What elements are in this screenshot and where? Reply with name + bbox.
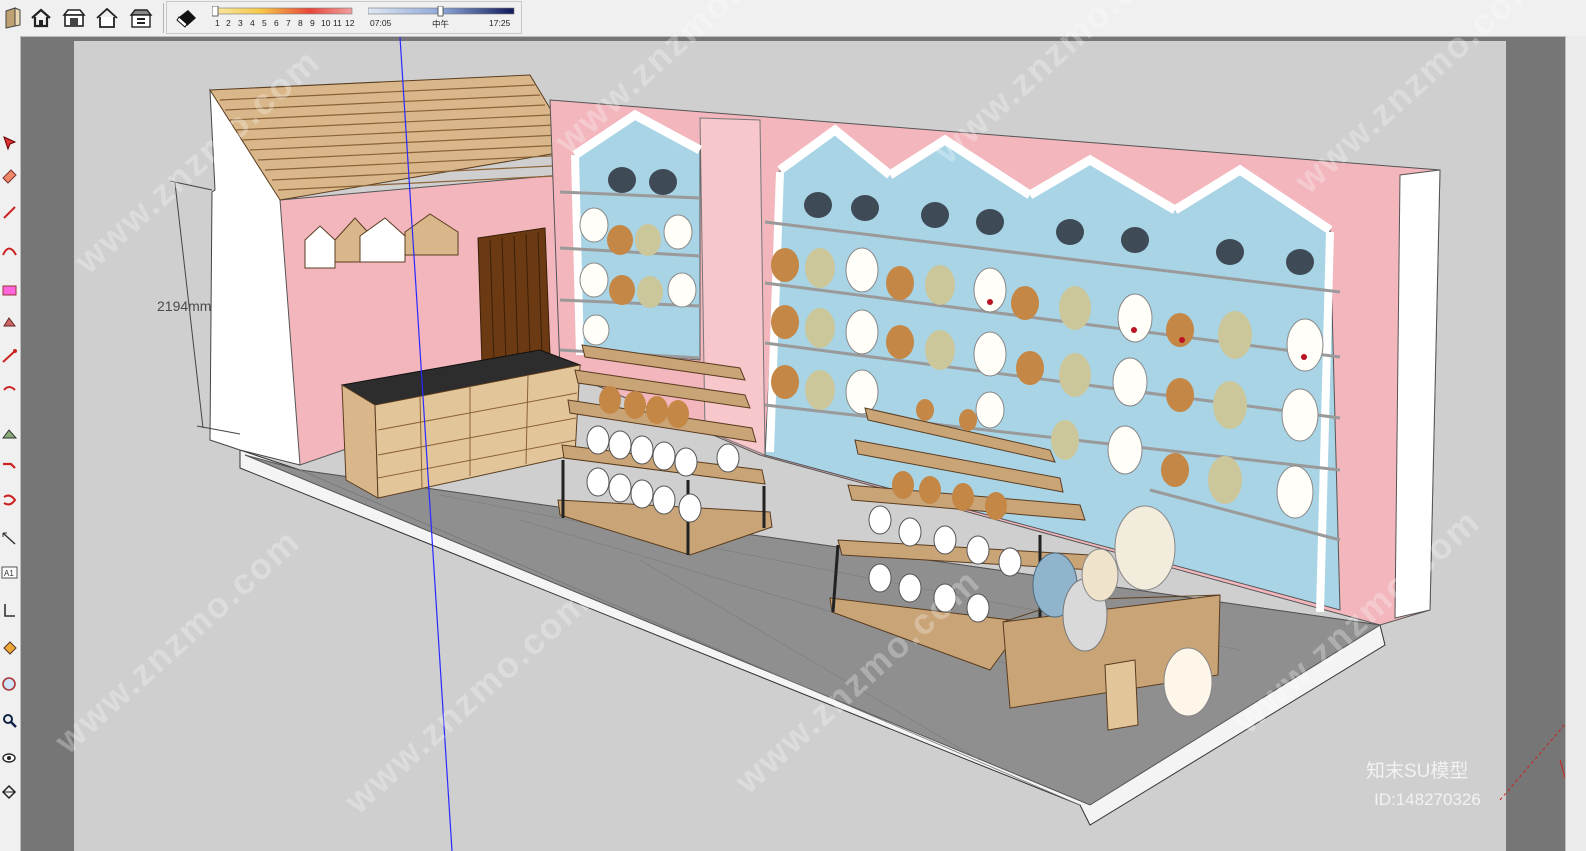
- dimension-label: 2194mm: [157, 298, 212, 314]
- right-side-panel[interactable]: [1565, 36, 1586, 851]
- brand-mark: 知末SU模型: [1366, 761, 1469, 782]
- brand-id: ID:148270326: [1374, 790, 1481, 809]
- wooden-door: [477, 227, 551, 366]
- right-bear-wall-shelves: [764, 124, 1341, 613]
